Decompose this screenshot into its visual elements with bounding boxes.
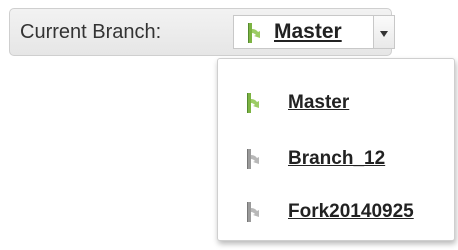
- selected-branch-name: Master: [274, 20, 342, 43]
- current-branch-label: Current Branch:: [20, 21, 162, 43]
- branch-selector-widget: Current Branch: Master Master Branch_12 …: [0, 0, 458, 250]
- branch-icon: [247, 202, 259, 222]
- branch-dropdown-menu: Master Branch_12 Fork20140925: [217, 58, 455, 241]
- branch-icon: [247, 93, 259, 113]
- menu-item-fork20140925[interactable]: Fork20140925: [218, 192, 454, 232]
- current-branch-bar: Current Branch: Master: [9, 8, 395, 56]
- chevron-down-icon: [380, 31, 388, 37]
- menu-item-label: Branch_12: [288, 148, 386, 169]
- menu-item-label: Master: [288, 92, 350, 113]
- branch-icon: [248, 23, 260, 43]
- selected-branch-button[interactable]: Master: [233, 15, 373, 49]
- menu-item-master[interactable]: Master: [218, 83, 454, 123]
- menu-item-branch-12[interactable]: Branch_12: [218, 139, 454, 179]
- branch-icon: [247, 149, 259, 169]
- branch-dropdown-toggle[interactable]: [373, 15, 395, 49]
- menu-item-label: Fork20140925: [288, 201, 414, 222]
